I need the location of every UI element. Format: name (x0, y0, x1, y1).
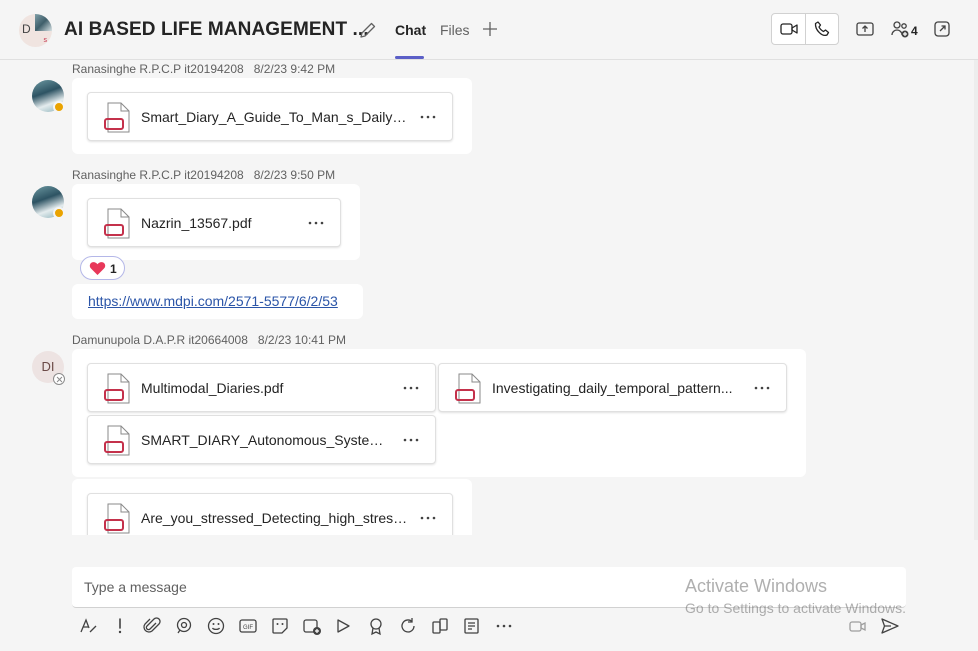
away-status-icon (53, 207, 65, 219)
forms-icon[interactable] (462, 616, 482, 636)
gif-icon[interactable]: GIF (238, 616, 258, 636)
tab-files[interactable]: Files (440, 22, 470, 38)
pop-out-icon[interactable] (932, 19, 952, 39)
message-meta: Ranasinghe R.P.C.P it20194208 8/2/23 9:5… (72, 168, 335, 182)
file-name: SMART_DIARY_Autonomous_System_... (141, 432, 393, 448)
apps-icon[interactable] (430, 616, 450, 636)
file-attachment[interactable]: Are_you_stressed_Detecting_high_stress..… (87, 493, 453, 535)
send-icon[interactable] (880, 616, 900, 636)
audio-call-icon[interactable] (812, 19, 832, 39)
message-time: 8/2/23 10:41 PM (257, 333, 346, 347)
group-avatar-initial: D (22, 22, 31, 36)
file-name: Nazrin_13567.pdf (141, 215, 252, 231)
file-name: Multimodal_Diaries.pdf (141, 380, 284, 396)
file-attachment[interactable]: Nazrin_13567.pdf (87, 198, 341, 247)
more-options-icon[interactable] (306, 213, 326, 233)
file-attachment[interactable]: Multimodal_Diaries.pdf (87, 363, 436, 412)
loop-component-icon[interactable] (398, 616, 418, 636)
message-time: 8/2/23 9:42 PM (253, 62, 336, 76)
more-options-icon[interactable] (752, 378, 772, 398)
svg-text:GIF: GIF (243, 625, 253, 631)
more-options-icon[interactable] (418, 107, 438, 127)
message-bubble: Multimodal_Diaries.pdf Investigating_dai… (72, 349, 806, 477)
file-name: Investigating_daily_temporal_pattern... (492, 380, 733, 396)
participants-count: 4 (911, 24, 918, 38)
group-avatar[interactable]: D s (19, 14, 52, 47)
file-name: Smart_Diary_A_Guide_To_Man_s_Daily_P... (141, 109, 411, 125)
message-author: Ranasinghe R.P.C.P it20194208 (72, 62, 244, 76)
pdf-file-icon (104, 102, 130, 133)
share-screen-icon[interactable] (855, 19, 875, 39)
emoji-icon[interactable] (206, 616, 226, 636)
file-attachment[interactable]: Smart_Diary_A_Guide_To_Man_s_Daily_P... (87, 92, 453, 141)
message-link[interactable]: https://www.mdpi.com/2571-5577/6/2/53 (88, 293, 338, 309)
add-tab-icon[interactable] (480, 19, 500, 39)
file-name: Are_you_stressed_Detecting_high_stress..… (141, 510, 411, 526)
reaction-count: 1 (110, 262, 117, 276)
pdf-file-icon (104, 503, 130, 534)
message-input[interactable] (84, 577, 644, 597)
group-avatar-photo (35, 14, 52, 31)
heart-reaction[interactable]: 1 (80, 256, 125, 280)
loop-icon[interactable] (174, 616, 194, 636)
group-avatar-sub-initial: s (43, 37, 48, 44)
file-attachment[interactable]: Investigating_daily_temporal_pattern... (438, 363, 787, 412)
praise-icon[interactable] (366, 616, 386, 636)
message-meta: Ranasinghe R.P.C.P it20194208 8/2/23 9:4… (72, 62, 335, 76)
attach-icon[interactable] (142, 616, 162, 636)
pencil-icon[interactable] (358, 20, 378, 40)
message-bubble: Are_you_stressed_Detecting_high_stress..… (72, 479, 472, 535)
tab-chat[interactable]: Chat (395, 22, 426, 38)
watermark-title: Activate Windows (685, 576, 828, 596)
message-author: Ranasinghe R.P.C.P it20194208 (72, 168, 244, 182)
call-buttons (771, 13, 839, 45)
pdf-file-icon (104, 208, 130, 239)
heart-icon (89, 262, 106, 275)
chat-title[interactable]: AI BASED LIFE MANAGEMENT ... (64, 19, 369, 41)
more-actions-icon[interactable] (494, 616, 514, 636)
message-bubble: Smart_Diary_A_Guide_To_Man_s_Daily_P... (72, 78, 472, 154)
message-meta: Damunupola D.A.P.R it20664008 8/2/23 10:… (72, 333, 346, 347)
scrollbar[interactable] (974, 60, 978, 540)
more-options-icon[interactable] (401, 378, 421, 398)
away-status-icon (53, 101, 65, 113)
important-icon[interactable] (110, 616, 130, 636)
message-bubble: Nazrin_13567.pdf (72, 184, 360, 260)
call-divider (805, 14, 806, 44)
pdf-file-icon (455, 373, 481, 404)
format-icon[interactable] (78, 616, 98, 636)
stream-icon[interactable] (334, 616, 354, 636)
people-icon[interactable] (890, 19, 910, 39)
file-attachment[interactable]: SMART_DIARY_Autonomous_System_... (87, 415, 436, 464)
message-author: Damunupola D.A.P.R it20664008 (72, 333, 248, 347)
active-tab-indicator (395, 56, 424, 59)
video-call-icon[interactable] (779, 19, 799, 39)
sticker-icon[interactable] (270, 616, 290, 636)
more-options-icon[interactable] (418, 508, 438, 528)
message-time: 8/2/23 9:50 PM (253, 168, 336, 182)
chat-header: D s AI BASED LIFE MANAGEMENT ... Chat Fi… (0, 0, 978, 60)
video-clip-icon[interactable] (848, 616, 868, 636)
watermark-subtitle: Go to Settings to activate Windows. (685, 600, 906, 616)
offline-status-icon (53, 373, 65, 385)
pdf-file-icon (104, 373, 130, 404)
more-options-icon[interactable] (401, 430, 421, 450)
pdf-file-icon (104, 425, 130, 456)
schedule-meeting-icon[interactable] (302, 616, 322, 636)
